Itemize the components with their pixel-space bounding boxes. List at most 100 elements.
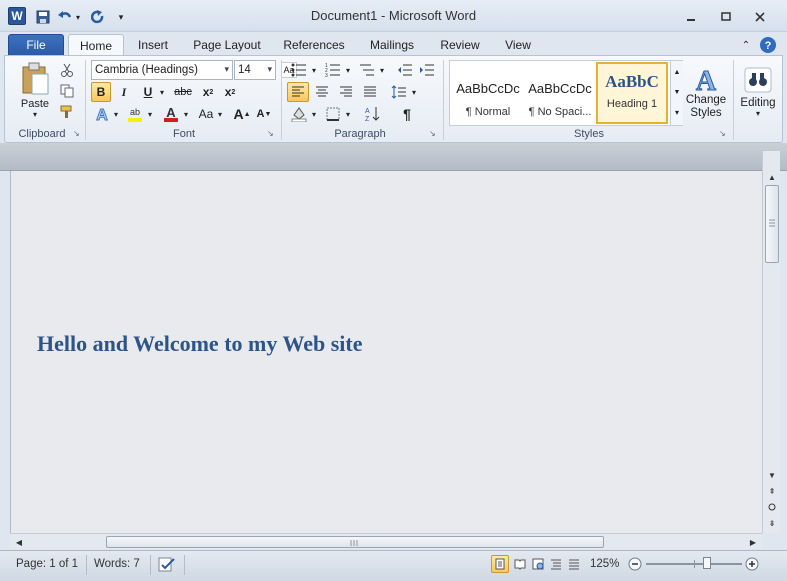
- select-browse-object-icon[interactable]: [763, 499, 781, 515]
- subscript-marker: 2: [209, 88, 214, 96]
- zoom-slider-track[interactable]: [646, 560, 742, 568]
- format-painter-icon[interactable]: [59, 104, 75, 120]
- paragraph-launcher-icon[interactable]: ↘: [429, 129, 436, 138]
- highlight-icon[interactable]: ab: [125, 105, 145, 123]
- scroll-up-icon[interactable]: ▲: [763, 169, 781, 185]
- horizontal-scrollbar[interactable]: ◀ ▶: [10, 533, 762, 549]
- shrink-font-button[interactable]: A ▼: [255, 105, 273, 123]
- svg-text:Z: Z: [365, 116, 370, 122]
- zoom-level[interactable]: 125%: [590, 558, 619, 570]
- font-color-icon[interactable]: A: [161, 105, 181, 123]
- text-effects-icon[interactable]: A: [93, 105, 111, 123]
- change-styles-button[interactable]: A Change Styles: [685, 60, 727, 124]
- vertical-scroll-thumb[interactable]: [765, 185, 779, 263]
- italic-button[interactable]: I: [115, 82, 133, 102]
- paste-button[interactable]: Paste ▾: [15, 60, 55, 120]
- scroll-right-icon[interactable]: ▶: [744, 534, 762, 550]
- align-right-button[interactable]: [335, 82, 357, 102]
- bold-button[interactable]: B: [91, 82, 111, 102]
- document-page[interactable]: Hello and Welcome to my Web site: [10, 171, 762, 533]
- style-no-spacing[interactable]: AaBbCcDc ¶ No Spaci...: [524, 69, 596, 131]
- tab-home[interactable]: Home: [68, 34, 124, 56]
- numbering-dropdown-icon[interactable]: ▾: [343, 61, 353, 79]
- shading-dropdown-icon[interactable]: ▾: [309, 105, 319, 123]
- zoom-out-icon[interactable]: [628, 557, 642, 571]
- tab-review[interactable]: Review: [434, 34, 486, 56]
- bullets-icon[interactable]: [289, 61, 309, 79]
- word-count[interactable]: Words: 7: [94, 558, 140, 570]
- font-launcher-icon[interactable]: ↘: [267, 129, 274, 138]
- increase-indent-icon[interactable]: [417, 61, 437, 79]
- outline-view-icon[interactable]: [547, 555, 565, 573]
- print-layout-view-icon[interactable]: [491, 555, 509, 573]
- align-left-button[interactable]: [287, 82, 309, 102]
- font-name-combo[interactable]: Cambria (Headings) ▾: [91, 60, 233, 80]
- change-case-dropdown-icon[interactable]: ▾: [215, 105, 225, 123]
- page-count[interactable]: Page: 1 of 1: [16, 558, 78, 570]
- vertical-scrollbar[interactable]: ▲ ▼ ⇞ ⇟: [762, 151, 780, 533]
- change-case-button[interactable]: Aa: [195, 105, 217, 123]
- superscript-button[interactable]: x2: [221, 82, 239, 102]
- underline-button[interactable]: U: [139, 82, 157, 102]
- tab-file[interactable]: File: [8, 34, 64, 56]
- tab-view[interactable]: View: [498, 34, 538, 56]
- minimize-ribbon-icon[interactable]: ⌃: [738, 34, 754, 56]
- styles-launcher-icon[interactable]: ↘: [719, 129, 726, 138]
- underline-dropdown-icon[interactable]: ▾: [157, 82, 167, 102]
- horizontal-scroll-thumb[interactable]: [106, 536, 604, 548]
- paste-dropdown-icon: ▾: [32, 109, 37, 119]
- tab-mailings[interactable]: Mailings: [362, 34, 422, 56]
- next-page-icon[interactable]: ⇟: [763, 515, 781, 531]
- maximize-button[interactable]: [712, 6, 740, 28]
- styles-scroll-up-icon[interactable]: ▲: [671, 63, 683, 81]
- tab-page-layout[interactable]: Page Layout: [188, 34, 266, 56]
- style-heading-1[interactable]: AaBbC Heading 1: [596, 62, 668, 124]
- font-size-combo[interactable]: 14 ▾: [234, 60, 276, 80]
- text-effects-dropdown-icon[interactable]: ▾: [111, 105, 121, 123]
- multilevel-list-icon[interactable]: [357, 61, 377, 79]
- grow-font-arrow-icon: ▲: [243, 110, 251, 118]
- change-styles-icon: A: [695, 66, 717, 95]
- sort-icon[interactable]: AZ: [363, 105, 383, 123]
- tab-insert[interactable]: Insert: [130, 34, 176, 56]
- styles-scroll-down-icon[interactable]: ▼: [671, 83, 683, 101]
- copy-icon[interactable]: [59, 83, 75, 99]
- scroll-left-icon[interactable]: ◀: [10, 534, 28, 550]
- strikethrough-button[interactable]: abc: [171, 82, 195, 102]
- previous-page-icon[interactable]: ⇞: [763, 483, 781, 499]
- zoom-slider-thumb[interactable]: [703, 557, 712, 569]
- help-icon[interactable]: ?: [758, 34, 778, 56]
- tab-references[interactable]: References: [278, 34, 350, 56]
- highlight-dropdown-icon[interactable]: ▾: [145, 105, 155, 123]
- draft-view-icon[interactable]: [565, 555, 583, 573]
- clipboard-launcher-icon[interactable]: ↘: [73, 129, 80, 138]
- close-button[interactable]: [746, 6, 774, 28]
- line-spacing-icon[interactable]: [389, 82, 409, 102]
- shading-icon[interactable]: [289, 105, 309, 123]
- style-normal[interactable]: AaBbCcDc ¶ Normal: [452, 69, 524, 131]
- borders-dropdown-icon[interactable]: ▾: [343, 105, 353, 123]
- proofing-icon[interactable]: [158, 557, 176, 573]
- subscript-button[interactable]: x2: [199, 82, 217, 102]
- cut-icon[interactable]: [59, 62, 75, 78]
- numbering-icon[interactable]: 123: [323, 61, 343, 79]
- svg-text:A: A: [365, 108, 370, 115]
- justify-button[interactable]: [359, 82, 381, 102]
- decrease-indent-icon[interactable]: [395, 61, 415, 79]
- line-spacing-dropdown-icon[interactable]: ▾: [409, 82, 419, 102]
- document-heading[interactable]: Hello and Welcome to my Web site: [37, 331, 363, 357]
- styles-more-icon[interactable]: ▾: [671, 103, 683, 121]
- show-hide-button[interactable]: ¶: [397, 105, 417, 123]
- borders-icon[interactable]: [323, 105, 343, 123]
- scroll-down-icon[interactable]: ▼: [763, 467, 781, 483]
- full-screen-reading-icon[interactable]: [511, 555, 529, 573]
- multilevel-list-dropdown-icon[interactable]: ▾: [377, 61, 387, 79]
- minimize-button[interactable]: [677, 6, 705, 28]
- font-color-dropdown-icon[interactable]: ▾: [181, 105, 191, 123]
- bullets-dropdown-icon[interactable]: ▾: [309, 61, 319, 79]
- editing-button[interactable]: Editing ▾: [737, 60, 779, 124]
- web-layout-icon[interactable]: [529, 555, 547, 573]
- grow-font-button[interactable]: A ▲: [233, 105, 251, 123]
- align-center-button[interactable]: [311, 82, 333, 102]
- zoom-in-icon[interactable]: [745, 557, 759, 571]
